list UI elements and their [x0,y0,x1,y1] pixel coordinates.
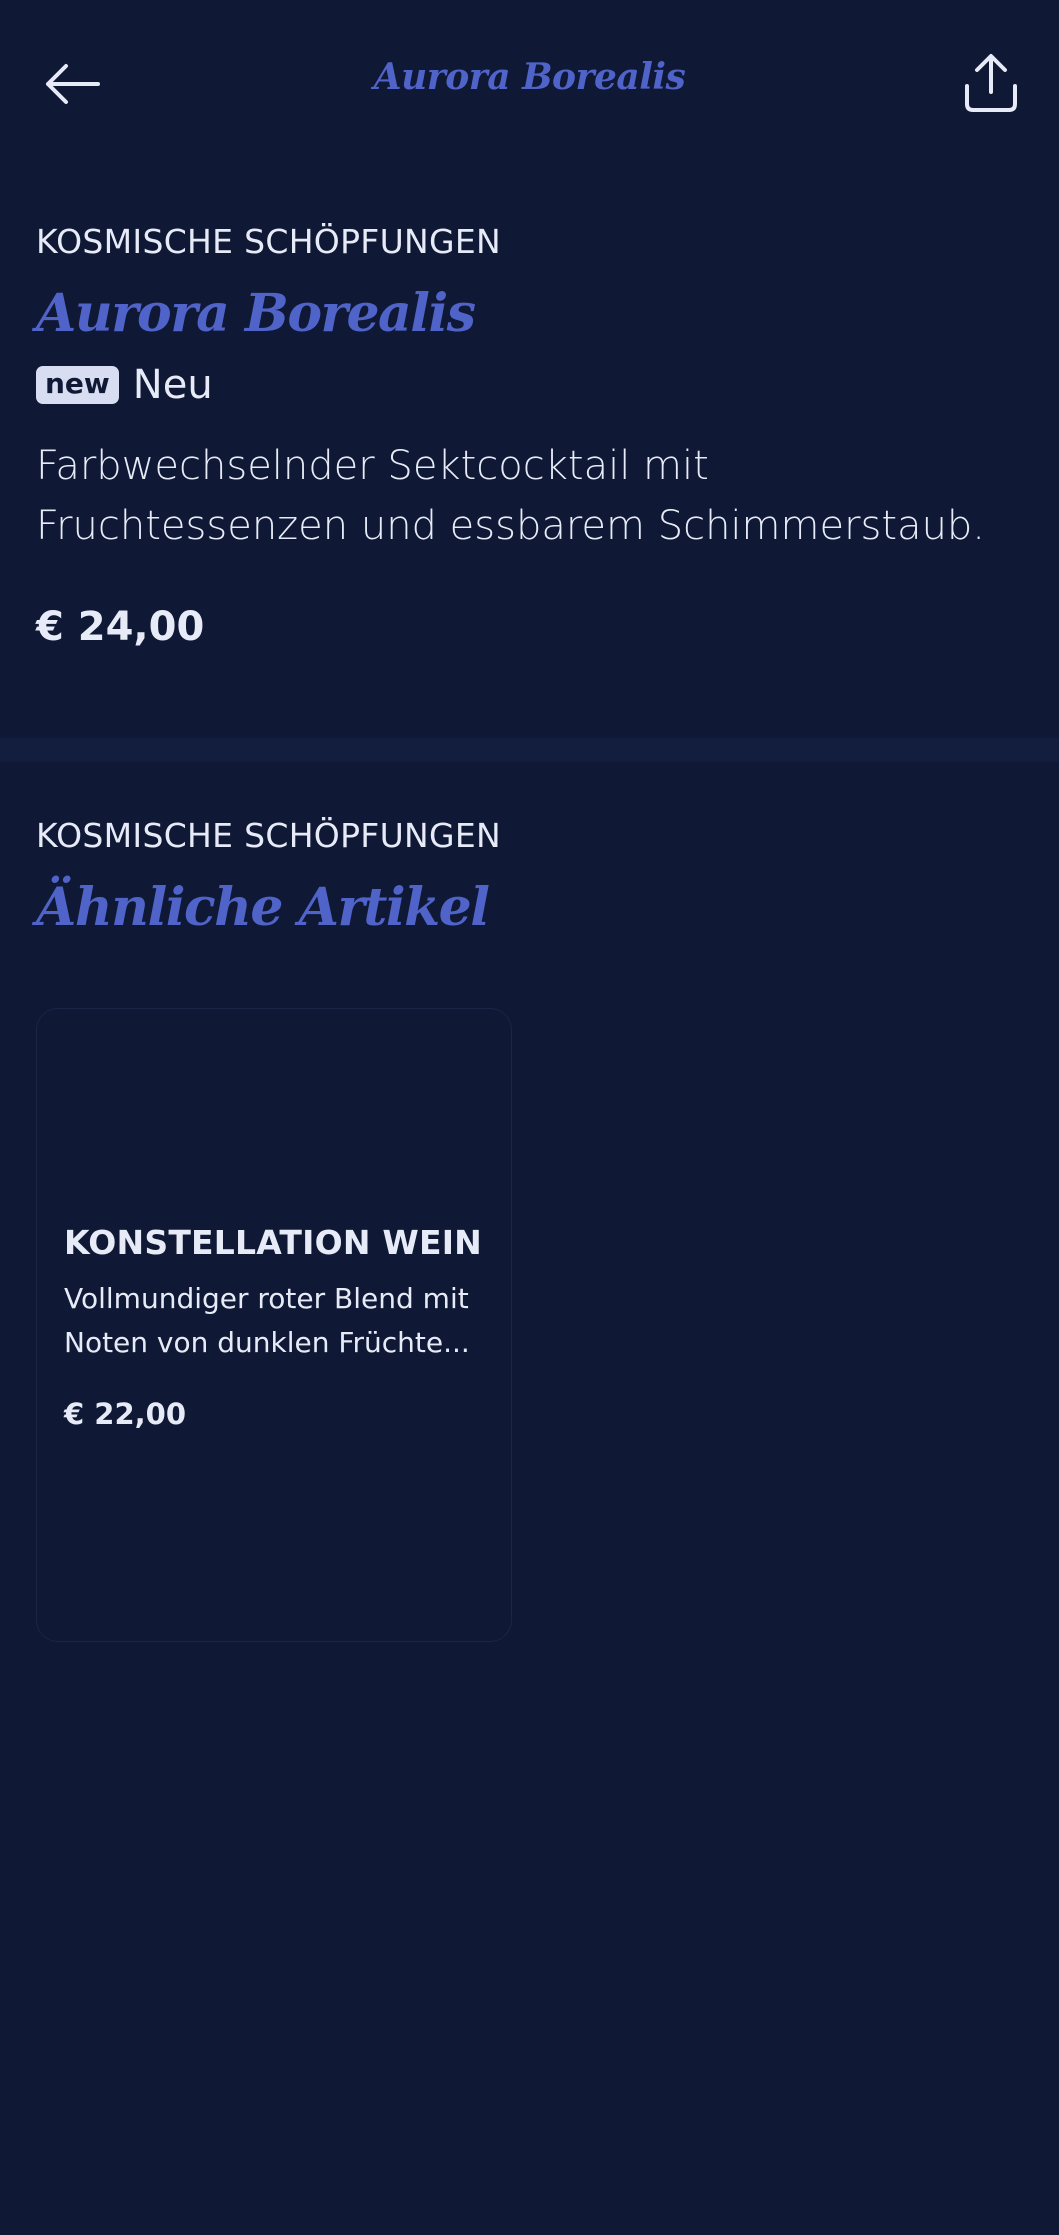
product-name: Aurora Borealis [36,283,476,344]
product-price: € 24,00 [36,604,205,650]
similar-category: KOSMISCHE SCHÖPFUNGEN [36,816,502,855]
similar-items-header: KOSMISCHE SCHÖPFUNGEN Ähnliche Artikel [36,816,1026,938]
new-badge-row: new Neu [36,362,1026,408]
product-description: Farbwechselnder Sektcocktail mit Fruchte… [36,443,986,549]
top-app-bar: Aurora Borealis [0,0,1059,170]
product-category: KOSMISCHE SCHÖPFUNGEN [36,222,502,261]
new-badge-label: Neu [132,362,213,408]
header-title: Aurora Borealis [373,56,686,98]
similar-title: Ähnliche Artikel [36,877,490,938]
product-detail: KOSMISCHE SCHÖPFUNGEN Aurora Borealis ne… [36,222,1026,650]
similar-item-description: Vollmundiger roter Blend mit Noten von d… [64,1282,470,1359]
share-icon [965,54,1017,112]
similar-item-card[interactable]: KONSTELLATION WEIN Vollmundiger roter Bl… [36,1008,512,1642]
similar-item-price: € 22,00 [64,1397,187,1431]
similar-item-name: KONSTELLATION WEIN [64,1223,483,1262]
new-badge: new [36,366,119,404]
share-button[interactable] [955,48,1027,120]
section-divider [0,738,1059,762]
